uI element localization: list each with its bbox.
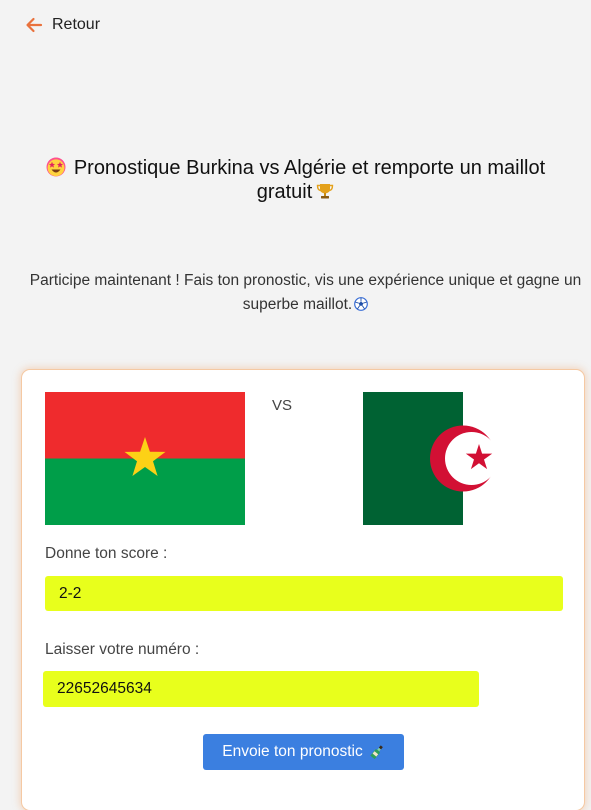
title-line-1: Pronostique Burkina vs Algérie et rempor…: [73, 157, 546, 179]
intro-text: Participe maintenant ! Fais ton pronosti…: [20, 269, 591, 317]
star-struck-face-icon: [46, 157, 66, 177]
submit-button[interactable]: Envoie ton pronostic: [203, 734, 404, 770]
back-link[interactable]: Retour: [24, 15, 100, 35]
page-title: Pronostique Burkina vs Algérie et rempor…: [0, 156, 591, 204]
trophy-icon: [317, 184, 334, 199]
submit-label: Envoie ton pronostic: [222, 743, 363, 760]
soccer-ball-icon: [354, 297, 369, 311]
back-label: Retour: [52, 16, 101, 33]
title-line-2: gratuit: [256, 181, 313, 203]
phone-input[interactable]: [43, 671, 479, 707]
score-input[interactable]: [45, 576, 563, 611]
burkina-faso-flag-icon: [45, 392, 245, 525]
prediction-card: VS Donne ton score : Laisser votre numér…: [22, 370, 584, 810]
arrow-left-icon: [26, 17, 43, 33]
bottle-icon: [370, 745, 383, 760]
vs-label: VS: [272, 397, 293, 414]
phone-label: Laisser votre numéro :: [45, 641, 200, 658]
algeria-flag-icon: [363, 392, 497, 525]
intro-text-body: Participe maintenant ! Fais ton pronosti…: [29, 272, 582, 313]
score-label: Donne ton score :: [45, 545, 168, 562]
